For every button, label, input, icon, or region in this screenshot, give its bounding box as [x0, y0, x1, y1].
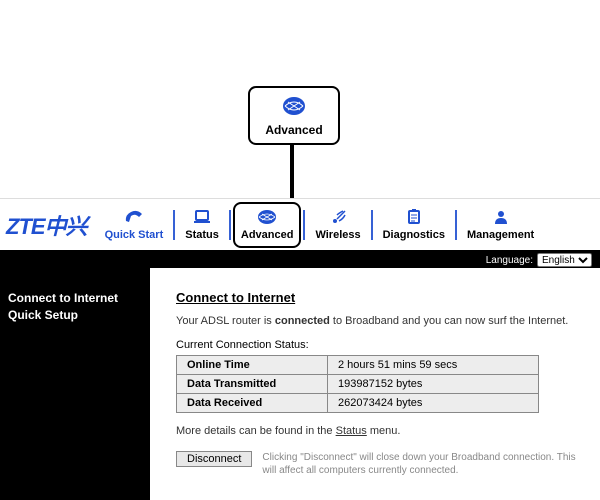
row-label: Online Time: [177, 356, 328, 375]
nav-diagnostics[interactable]: Diagnostics: [375, 202, 453, 248]
intro-text: Your ADSL router is connected to Broadba…: [176, 315, 586, 327]
nav-label: Quick Start: [105, 229, 164, 241]
row-value: 193987152 bytes: [328, 375, 539, 394]
note-suffix: menu.: [367, 425, 401, 437]
table-row: Online Time 2 hours 51 mins 59 secs: [177, 356, 539, 375]
connection-status-table: Online Time 2 hours 51 mins 59 secs Data…: [176, 355, 539, 413]
note-prefix: More details can be found in the: [176, 425, 336, 437]
row-label: Data Transmitted: [177, 375, 328, 394]
table-row: Data Transmitted 193987152 bytes: [177, 375, 539, 394]
disconnect-hint: Clicking "Disconnect" will close down yo…: [262, 451, 586, 477]
nav-quick-start[interactable]: Quick Start: [97, 202, 172, 248]
nav-label: Diagnostics: [383, 229, 445, 241]
nav-status[interactable]: Status: [177, 202, 227, 248]
laptop-icon: [191, 209, 213, 228]
phone-icon: [123, 209, 145, 228]
sidebar: Connect to Internet Quick Setup: [0, 268, 150, 500]
row-value: 2 hours 51 mins 59 secs: [328, 356, 539, 375]
nav-separator: [173, 210, 175, 240]
nav-separator: [455, 210, 457, 240]
row-value: 262073424 bytes: [328, 394, 539, 413]
nav-label: Wireless: [315, 229, 360, 241]
status-heading: Current Connection Status:: [176, 339, 586, 351]
more-details-note: More details can be found in the Status …: [176, 425, 586, 437]
status-menu-link[interactable]: Status: [336, 425, 367, 437]
disconnect-button[interactable]: Disconnect: [176, 451, 252, 467]
intro-suffix: to Broadband and you can now surf the In…: [330, 315, 569, 327]
nav-items-container: Quick Start Status Advanced Wireless Dia…: [97, 199, 600, 250]
language-label: Language:: [486, 255, 533, 266]
nav-label: Status: [185, 229, 219, 241]
clipboard-icon: [403, 209, 425, 228]
callout-label: Advanced: [265, 123, 322, 137]
row-label: Data Received: [177, 394, 328, 413]
top-navigation: ZTE中兴 Quick Start Status Advanced Wirele…: [0, 198, 600, 250]
wireless-icon: [327, 209, 349, 228]
nav-advanced[interactable]: Advanced: [233, 202, 302, 248]
advanced-icon: [281, 95, 307, 122]
table-row: Data Received 262073424 bytes: [177, 394, 539, 413]
nav-separator: [229, 210, 231, 240]
intro-prefix: Your ADSL router is: [176, 315, 275, 327]
disconnect-row: Disconnect Clicking "Disconnect" will cl…: [176, 451, 586, 477]
nav-separator: [371, 210, 373, 240]
user-icon: [490, 209, 512, 228]
nav-separator: [303, 210, 305, 240]
nav-label: Management: [467, 229, 534, 241]
nav-management[interactable]: Management: [459, 202, 542, 248]
page-title: Connect to Internet: [176, 290, 586, 305]
sidebar-item-quick-setup[interactable]: Quick Setup: [8, 307, 142, 324]
callout-advanced: Advanced: [248, 86, 340, 145]
brand-logo: ZTE中兴: [6, 209, 87, 241]
language-select[interactable]: English: [537, 253, 592, 267]
language-bar: Language: English: [0, 252, 600, 268]
nav-label: Advanced: [241, 229, 294, 241]
main-content: Connect to Internet Your ADSL router is …: [150, 268, 600, 500]
sidebar-item-connect[interactable]: Connect to Internet: [8, 290, 142, 307]
nav-wireless[interactable]: Wireless: [307, 202, 368, 248]
advanced-icon: [256, 209, 278, 228]
intro-status-word: connected: [275, 315, 330, 327]
